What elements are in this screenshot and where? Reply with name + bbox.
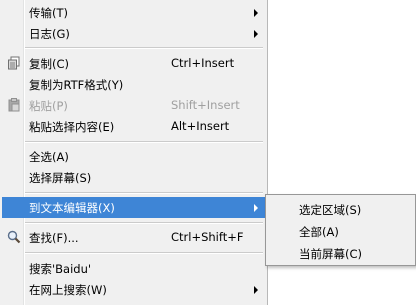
- menu-item-find[interactable]: 查找(F)... Ctrl+Shift+F: [2, 227, 265, 248]
- menu-separator: [25, 47, 263, 49]
- menu-item-paste[interactable]: 粘贴(P) Shift+Insert: [2, 95, 265, 116]
- menu-item-paste-selection[interactable]: 粘贴选择内容(E) Alt+Insert: [2, 116, 265, 137]
- shortcut-text: Shift+Insert: [171, 98, 240, 112]
- menu-item-label: 搜索'Baidu': [29, 262, 92, 276]
- submenu-item-selection[interactable]: 选定区域(S): [268, 198, 413, 220]
- menu-item-label: 传输(T): [29, 6, 68, 20]
- submenu-item-label: 全部(A): [299, 225, 339, 239]
- menu-item-label: 在网上搜索(W): [29, 283, 107, 297]
- menu-item-select-screen[interactable]: 选择屏幕(S): [2, 167, 265, 188]
- menu-item-copy-rtf[interactable]: 复制为RTF格式(Y): [2, 74, 265, 95]
- submenu-arrow-icon: [254, 30, 258, 38]
- submenu-arrow-icon: [254, 286, 258, 294]
- submenu-item-current-screen[interactable]: 当前屏幕(C): [268, 242, 413, 264]
- menu-item-to-text-editor[interactable]: 到文本编辑器(X): [2, 197, 265, 218]
- menu-item-label: 到文本编辑器(X): [29, 201, 115, 215]
- menu-item-copy[interactable]: 复制(C) Ctrl+Insert: [2, 53, 265, 74]
- menu-item-web-search[interactable]: 在网上搜索(W): [2, 279, 265, 300]
- menu-item-label: 日志(G): [29, 27, 70, 41]
- menu-item-log[interactable]: 日志(G): [2, 23, 265, 44]
- shortcut-text: Ctrl+Insert: [171, 56, 235, 70]
- submenu-arrow-icon: [254, 204, 258, 212]
- menu-separator: [25, 141, 263, 143]
- menu-item-label: 粘贴选择内容(E): [29, 120, 115, 134]
- menu-item-label: 选择屏幕(S): [29, 171, 92, 185]
- submenu-item-label: 当前屏幕(C): [299, 247, 363, 261]
- copy-icon: [8, 56, 20, 70]
- menu-item-select-all[interactable]: 全选(A): [2, 146, 265, 167]
- menu-item-label: 全选(A): [29, 150, 69, 164]
- menu-item-label: 查找(F)...: [29, 231, 79, 245]
- menu-item-label: 复制(C): [29, 57, 70, 71]
- menu-item-label: 复制为RTF格式(Y): [29, 78, 124, 92]
- submenu-arrow-icon: [254, 9, 258, 17]
- menu-separator: [25, 192, 263, 194]
- menu-separator: [25, 222, 263, 224]
- context-menu: 传输(T) 日志(G) 复制(C) Ctrl+Insert 复制为RTF格式(Y…: [0, 0, 268, 305]
- text-editor-submenu: 选定区域(S) 全部(A) 当前屏幕(C): [265, 194, 416, 266]
- shortcut-text: Alt+Insert: [171, 119, 230, 133]
- menu-item-label: 粘贴(P): [29, 99, 68, 113]
- menu-item-search-baidu[interactable]: 搜索'Baidu': [2, 258, 265, 279]
- paste-icon: [8, 98, 20, 112]
- shortcut-text: Ctrl+Shift+F: [171, 230, 244, 244]
- search-icon: [7, 230, 21, 244]
- submenu-item-label: 选定区域(S): [299, 203, 362, 217]
- menu-item-transfer[interactable]: 传输(T): [2, 2, 265, 23]
- submenu-item-all[interactable]: 全部(A): [268, 220, 413, 242]
- menu-separator: [25, 252, 263, 254]
